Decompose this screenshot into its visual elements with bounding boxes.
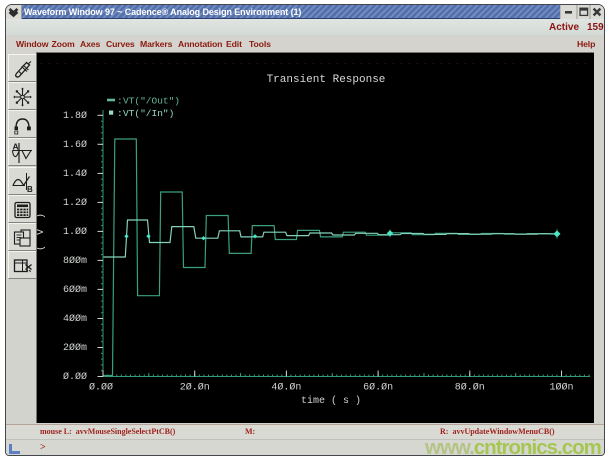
svg-text:1.2Ø: 1.2Ø: [63, 197, 87, 209]
svg-text:1.8Ø: 1.8Ø: [63, 110, 87, 122]
svg-text:1.ØØ: 1.ØØ: [63, 226, 87, 238]
svg-text:8ØØm: 8ØØm: [63, 255, 87, 267]
svg-text:time ( s ): time ( s ): [301, 395, 361, 407]
svg-text:8Ø.Øn: 8Ø.Øn: [455, 382, 485, 394]
svg-text:2Ø.Øn: 2Ø.Øn: [180, 382, 210, 394]
svg-text:4Ø.Øn: 4Ø.Øn: [271, 382, 301, 394]
svg-text:Transient Response: Transient Response: [267, 74, 386, 86]
svg-text:6Ø.Øn: 6Ø.Øn: [363, 382, 393, 394]
svg-text:B: B: [27, 185, 33, 193]
svg-text:Ø.ØØ: Ø.ØØ: [89, 382, 113, 394]
svg-text:1ØØn: 1ØØn: [549, 382, 573, 394]
svg-text:( V ): ( V ): [37, 211, 47, 251]
svg-text:1.4Ø: 1.4Ø: [63, 168, 87, 180]
svg-text:1.6Ø: 1.6Ø: [63, 139, 87, 151]
svg-text:VT("/Out"): VT("/Out"): [123, 96, 180, 107]
svg-text:2ØØm: 2ØØm: [63, 342, 87, 354]
svg-text::: :: [117, 108, 123, 119]
svg-text:4ØØm: 4ØØm: [63, 313, 87, 325]
svg-text::: :: [117, 96, 123, 107]
svg-text:Ø.ØØ: Ø.ØØ: [63, 371, 87, 383]
svg-text:VT("/In"): VT("/In"): [123, 108, 174, 119]
svg-text:6ØØm: 6ØØm: [63, 284, 87, 296]
